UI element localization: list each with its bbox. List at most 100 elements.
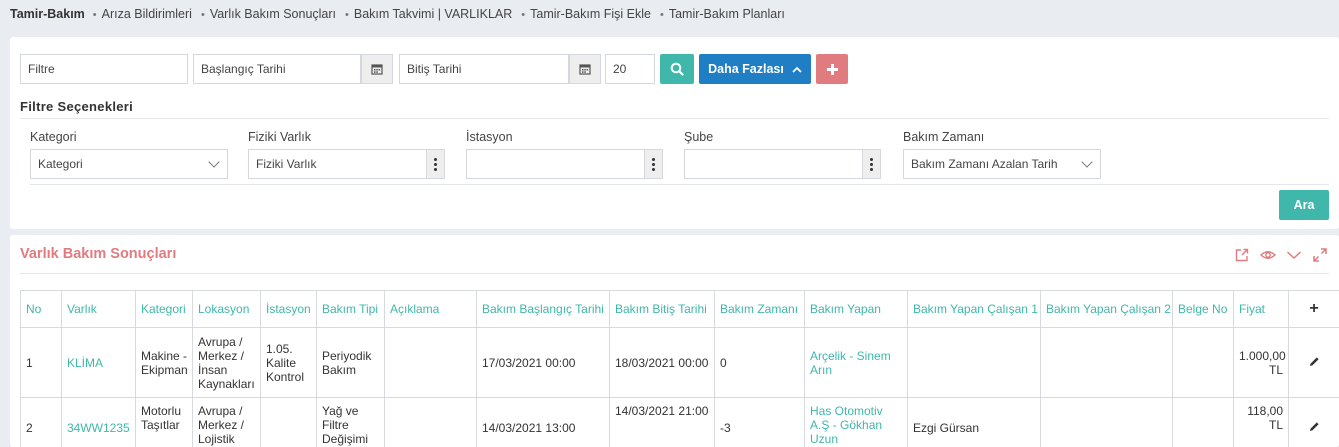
fiziki-varlik-menu-button[interactable] [426,149,445,179]
istasyon-menu-button[interactable] [644,149,663,179]
cell-calisan-1: Ezgi Gürsan [907,397,1041,447]
column-header-bakim-yapan[interactable]: Bakım Yapan [804,290,908,328]
cell-belge-no [1172,327,1234,398]
column-header-no[interactable]: No [20,290,62,328]
cell-calisan-1 [907,327,1041,398]
filter-options-title: Filtre Seçenekleri [20,99,134,114]
cell-varlik-link[interactable]: KLİMA [61,327,136,398]
bakim-zamani-label: Bakım Zamanı [903,130,985,144]
search-button[interactable] [660,54,694,84]
expand-icon[interactable] [1312,247,1328,263]
kebab-menu-icon [434,157,437,161]
cell-baslangic: 17/03/2021 00:00 [476,327,610,398]
fiziki-varlik-input[interactable]: Fiziki Varlık [248,149,427,179]
results-table: No Varlık Kategori Lokasyon İstasyon Bak… [20,290,1339,447]
breadcrumb-link-ariza[interactable]: Arıza Bildirimleri [93,7,192,21]
breadcrumb-link-fis-ekle[interactable]: Tamir-Bakım Fişi Ekle [521,7,651,21]
fiziki-varlik-label: Fiziki Varlık [248,130,311,144]
sube-menu-button[interactable] [862,149,881,179]
cell-istasyon [260,397,317,447]
cell-fiyat: 1.000,00 TL [1233,327,1289,398]
search-icon [670,62,684,76]
column-header-kategori[interactable]: Kategori [135,290,193,328]
kebab-menu-icon [870,157,873,161]
cell-bitis: 18/03/2021 00:00 [609,327,715,398]
column-header-bakim-zamani[interactable]: Bakım Zamanı [714,290,805,328]
chevron-down-icon[interactable] [1286,247,1302,263]
page-size-input[interactable]: 20 [605,54,655,84]
cell-calisan-2 [1040,327,1173,398]
istasyon-input[interactable] [466,149,645,179]
filter-panel: Filtre Başlangıç Tarihi Bitiş Tarihi 20 … [10,37,1339,229]
kebab-menu-icon [652,157,655,161]
bakim-zamani-select-value: Bakım Zamanı Azalan Tarih [911,157,1058,171]
cell-aciklama [384,327,477,398]
edit-row-button[interactable] [1288,397,1339,447]
column-header-belge-no[interactable]: Belge No [1172,290,1234,328]
cell-lokasyon: Avrupa / Merkez / İnsan Kaynakları [192,327,261,398]
divider [20,118,1329,119]
table-header-row: No Varlık Kategori Lokasyon İstasyon Bak… [20,290,1339,328]
pencil-icon [1309,356,1319,366]
cell-baslangic: 14/03/2021 13:00 [476,397,610,447]
divider [20,273,1329,274]
ara-button[interactable]: Ara [1279,190,1329,220]
add-row-button[interactable]: + [1288,290,1339,328]
cell-bitis: 14/03/2021 21:00 [609,397,715,447]
column-header-bakim-tipi[interactable]: Bakım Tipi [316,290,385,328]
kategori-label: Kategori [30,130,77,144]
sube-input[interactable] [684,149,863,179]
cell-no: 2 [20,397,62,447]
calendar-icon [579,64,591,75]
chevron-down-icon [1081,156,1093,168]
divider [30,184,1329,185]
start-date-input[interactable]: Başlangıç Tarihi [193,54,361,84]
sube-label: Şube [684,130,714,144]
bakim-zamani-select[interactable]: Bakım Zamanı Azalan Tarih [903,149,1101,179]
cell-fiyat: 118,00 TL [1233,397,1289,447]
chevron-up-icon [792,66,802,73]
chevron-down-icon [208,156,220,168]
breadcrumb: Tamir-Bakım Arıza Bildirimleri Varlık Ba… [10,6,794,22]
cell-bakim-tipi: Periyodik Bakım [316,327,385,398]
cell-kategori: Motorlu Taşıtlar [135,397,193,447]
end-date-input[interactable]: Bitiş Tarihi [399,54,569,84]
cell-belge-no [1172,397,1234,447]
column-header-calisan-1[interactable]: Bakım Yapan Çalışan 1 [907,290,1041,328]
column-header-lokasyon[interactable]: Lokasyon [192,290,261,328]
cell-lokasyon: Avrupa / Merkez / Lojistik [192,397,261,447]
cell-bakim-zamani: 0 [714,327,805,398]
istasyon-label: İstasyon [466,130,513,144]
filter-input[interactable]: Filtre [20,54,188,84]
edit-row-button[interactable] [1288,327,1339,398]
cell-bakim-yapan-link[interactable]: Arçelik - Sinem Arın [804,327,908,398]
column-header-baslangic[interactable]: Bakım Başlangıç Tarihi [476,290,610,328]
start-date-calendar-button[interactable] [361,54,393,84]
breadcrumb-link-bakim-takvimi[interactable]: Bakım Takvimi | VARLIKLAR [345,7,512,21]
cell-kategori: Makine - Ekipman [135,327,193,398]
kategori-select[interactable]: Kategori [30,149,228,179]
cell-bakim-yapan-link[interactable]: Has Otomotiv A.Ş - Gökhan Uzun [804,397,908,447]
breadcrumb-link-varlik-bakim[interactable]: Varlık Bakım Sonuçları [201,7,336,21]
breadcrumb-current: Tamir-Bakım [10,7,85,21]
more-button-label: Daha Fazlası [708,62,784,76]
cell-bakim-tipi: Yağ ve Filtre Değişimi [316,397,385,447]
column-header-bitis[interactable]: Bakım Bitiş Tarihi [609,290,715,328]
add-button[interactable] [816,54,848,84]
cell-calisan-2 [1040,397,1173,447]
more-button[interactable]: Daha Fazlası [699,54,811,84]
results-panel: Varlık Bakım Sonuçları No Varlık Kategor… [10,235,1339,447]
column-header-fiyat[interactable]: Fiyat [1233,290,1289,328]
export-icon[interactable] [1234,247,1250,263]
cell-istasyon: 1.05. Kalite Kontrol [260,327,317,398]
column-header-istasyon[interactable]: İstasyon [260,290,317,328]
pencil-icon [1309,421,1319,431]
end-date-calendar-button[interactable] [569,54,601,84]
column-header-aciklama[interactable]: Açıklama [384,290,477,328]
breadcrumb-link-planlar[interactable]: Tamir-Bakım Planları [660,7,785,21]
cell-varlik-link[interactable]: 34WW1235 [61,397,136,447]
eye-icon[interactable] [1260,247,1276,263]
column-header-varlik[interactable]: Varlık [61,290,136,328]
column-header-calisan-2[interactable]: Bakım Yapan Çalışan 2 [1040,290,1173,328]
plus-icon: + [1309,300,1319,317]
